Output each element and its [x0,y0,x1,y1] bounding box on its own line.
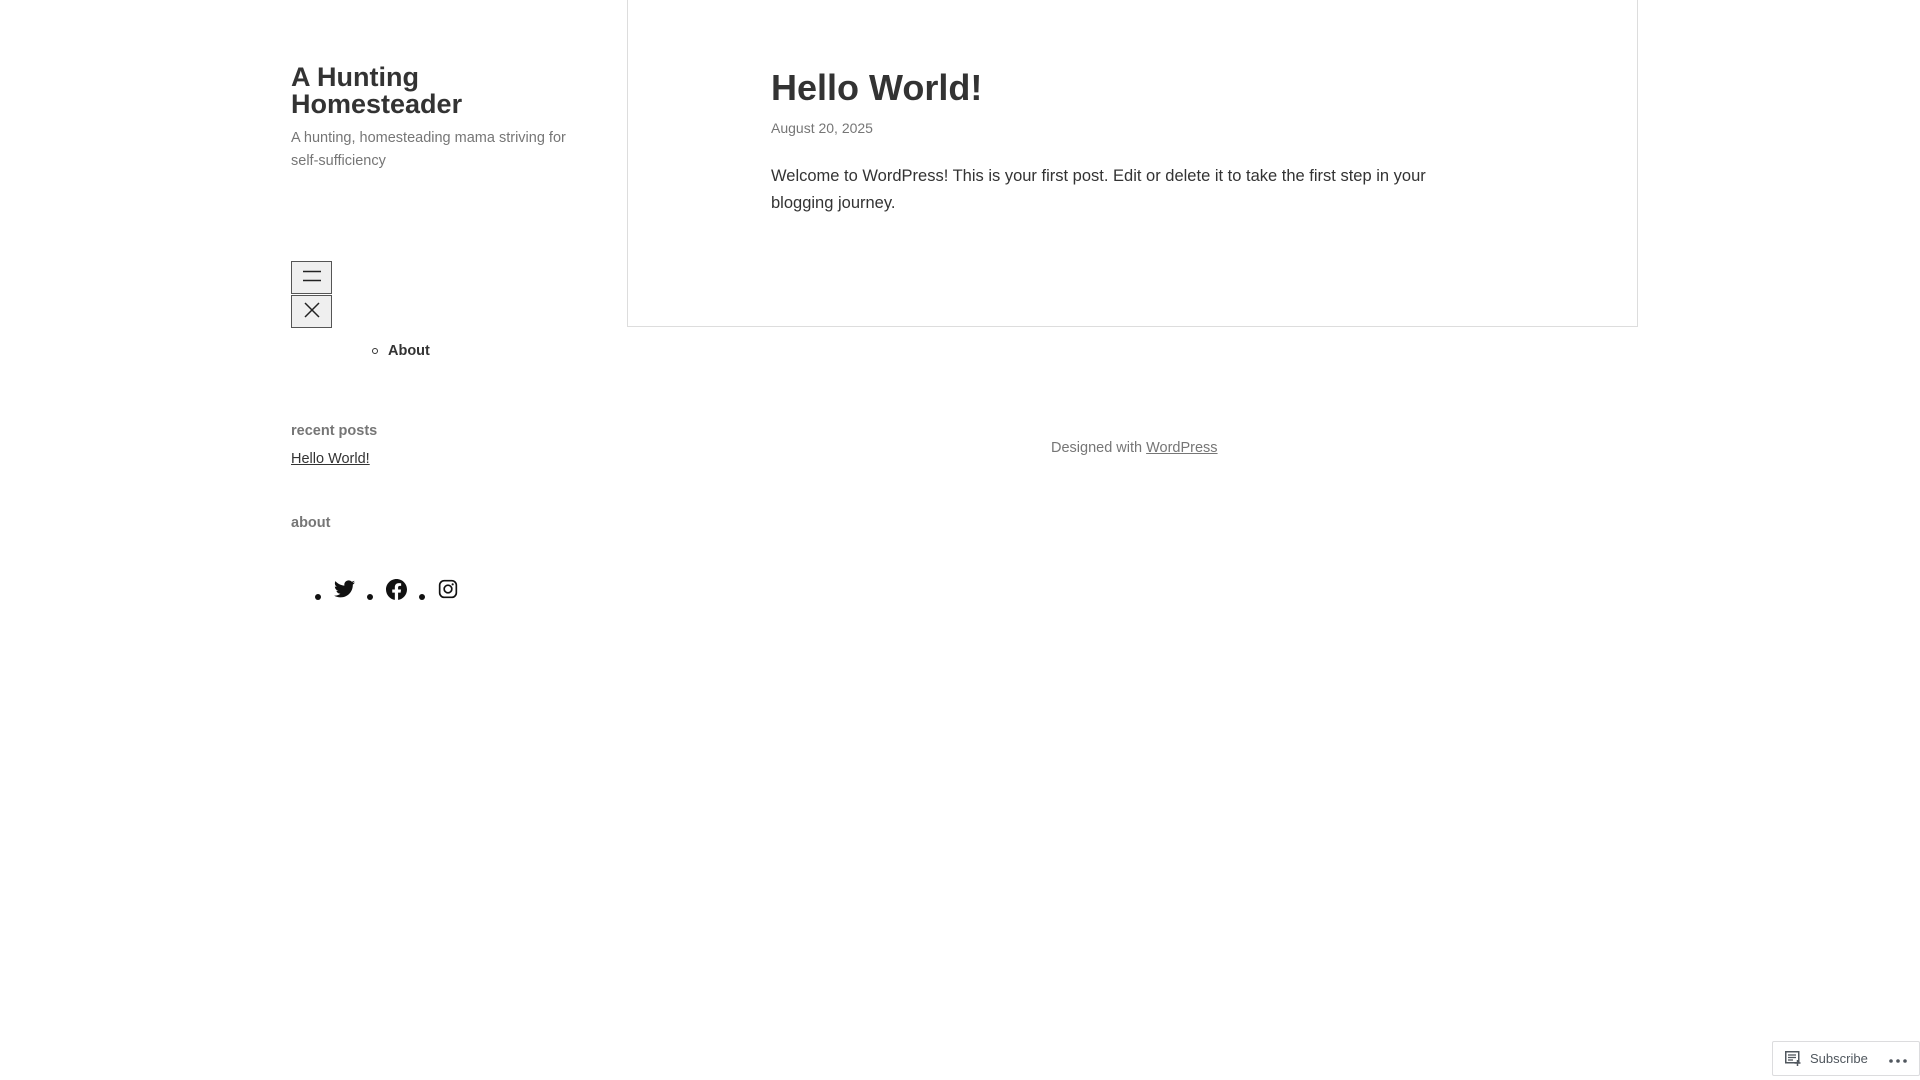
primary-nav: About [372,343,430,359]
more-options-button[interactable] [1889,1051,1907,1066]
facebook-icon[interactable] [385,578,407,600]
wordpress-link[interactable]: WordPress [1146,440,1217,456]
subscribe-bar: Subscribe [1772,1041,1920,1076]
post-body: Welcome to WordPress! This is your first… [771,167,1426,212]
nav-item-about[interactable]: About [372,343,430,359]
site-title[interactable]: A Hunting Homesteader [291,64,591,118]
recent-posts-title: recent posts [291,423,378,439]
menu-close-button[interactable] [291,295,332,328]
twitter-icon[interactable] [333,578,355,600]
list-bullet [372,348,378,354]
recent-post-link[interactable]: Hello World! [291,451,370,467]
subscribe-label: Subscribe [1810,1051,1868,1066]
instagram-icon[interactable] [437,578,459,600]
post-title[interactable]: Hello World! [771,68,982,108]
menu-open-button[interactable] [291,261,332,294]
ellipsis-icon [1889,1051,1907,1066]
post-date[interactable]: August 20, 2025 [771,120,873,136]
page: A Hunting Homesteader A hunting, homeste… [0,0,1920,1080]
footer-credit: Designed with WordPress [1051,440,1218,456]
close-icon [303,302,320,321]
about-widget-title: about [291,515,331,531]
nav-item-label: About [388,343,430,359]
list-bullet [419,594,425,600]
subscribe-button[interactable]: Subscribe [1785,1051,1868,1066]
post-card: Hello World! August 20, 2025 Welcome to … [627,0,1638,327]
footer-prefix: Designed with [1051,440,1143,456]
site-tagline: A hunting, homesteading mama striving fo… [291,130,566,169]
list-bullet [367,594,373,600]
list-bullet [315,594,321,600]
social-links [315,578,471,600]
reader-icon [1785,1051,1802,1066]
hamburger-icon [302,270,321,285]
